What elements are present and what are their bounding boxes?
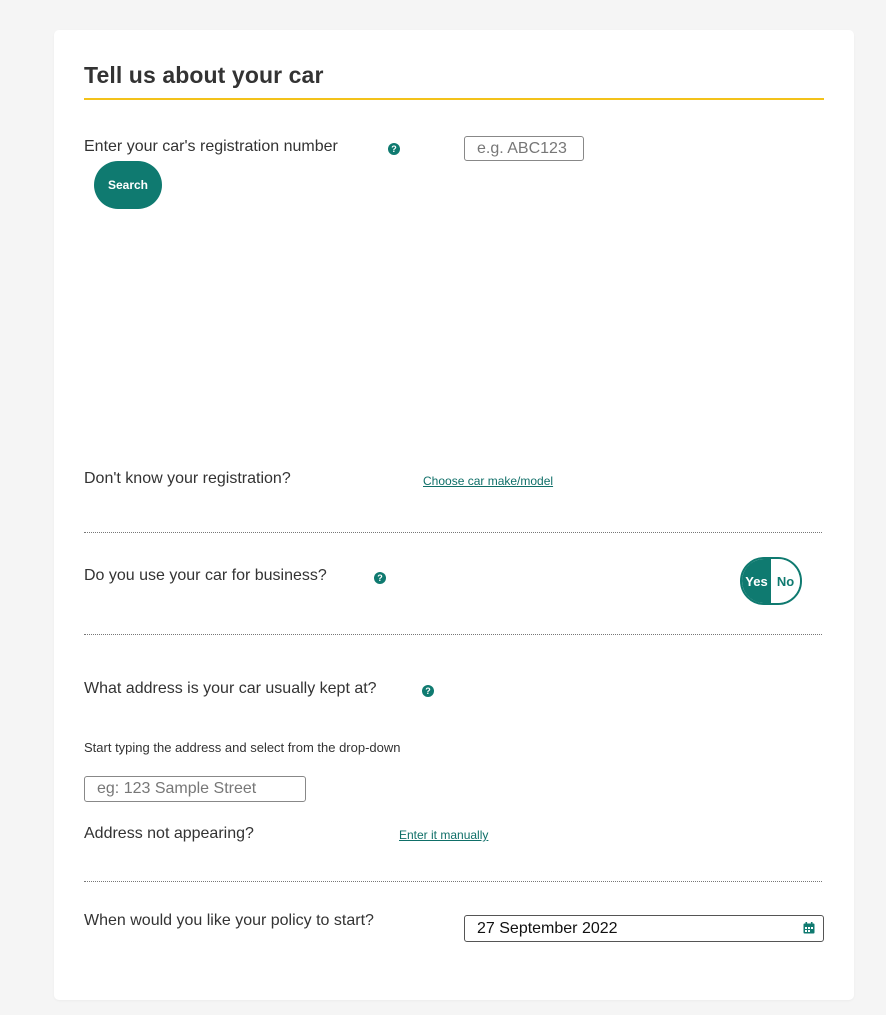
address-helper-text: Start typing the address and select from…: [84, 740, 401, 755]
question-circle-icon[interactable]: ?: [422, 685, 434, 697]
calendar-icon[interactable]: [803, 922, 815, 934]
choose-make-model-link[interactable]: Choose car make/model: [423, 474, 553, 488]
policy-start-date-field[interactable]: 27 September 2022: [464, 915, 824, 942]
question-circle-icon[interactable]: ?: [374, 572, 386, 584]
policy-start-label: When would you like your policy to start…: [84, 912, 374, 929]
address-label: What address is your car usually kept at…: [84, 680, 377, 697]
toggle-no-option[interactable]: No: [771, 559, 800, 603]
title-underline: [84, 98, 824, 100]
unknown-registration-label: Don't know your registration?: [84, 470, 291, 487]
business-use-toggle[interactable]: Yes No: [740, 557, 802, 605]
car-details-card: Tell us about your car Enter your car's …: [54, 30, 854, 1000]
question-circle-icon[interactable]: ?: [388, 143, 400, 155]
policy-start-date-value: 27 September 2022: [477, 920, 618, 937]
section-divider: [84, 532, 822, 533]
page-title: Tell us about your car: [84, 62, 324, 88]
search-button[interactable]: Search: [94, 161, 162, 209]
section-divider: [84, 634, 822, 635]
registration-input[interactable]: [464, 136, 584, 161]
section-divider: [84, 881, 822, 882]
address-not-appearing-label: Address not appearing?: [84, 825, 254, 842]
business-use-label: Do you use your car for business?: [84, 567, 327, 584]
address-input[interactable]: [84, 776, 306, 802]
registration-label: Enter your car's registration number: [84, 138, 338, 155]
enter-manually-link[interactable]: Enter it manually: [399, 828, 488, 842]
toggle-yes-option[interactable]: Yes: [742, 559, 771, 603]
